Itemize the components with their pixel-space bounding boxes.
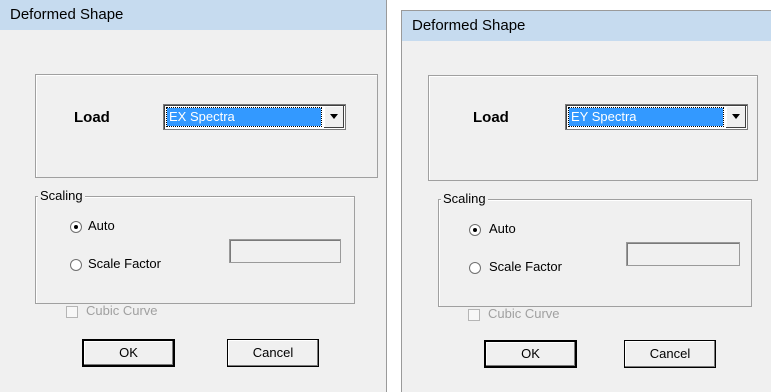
- scale-factor-radio[interactable]: [469, 262, 481, 274]
- deformed-shape-dialog-left: Deformed Shape Load EX Spectra Scaling A…: [0, 0, 387, 392]
- dialog-title: Deformed Shape: [412, 17, 526, 34]
- deformed-shape-dialog-right: Deformed Shape Load EY Spectra Scaling A…: [401, 10, 771, 392]
- ok-button[interactable]: OK: [82, 339, 175, 367]
- chevron-down-icon: [330, 114, 338, 119]
- cubic-curve-checkbox[interactable]: [66, 306, 78, 318]
- scaling-group: Scaling Auto Scale Factor: [35, 188, 355, 304]
- scaling-group: Scaling Auto Scale Factor: [438, 191, 752, 307]
- dialog-body: Load EX Spectra Scaling Auto Scale Facto…: [0, 30, 386, 392]
- cancel-button[interactable]: Cancel: [624, 340, 716, 368]
- title-bar[interactable]: Deformed Shape: [0, 0, 386, 30]
- cancel-button[interactable]: Cancel: [227, 339, 319, 367]
- radio-selected-dot: [74, 225, 78, 229]
- dialog-title: Deformed Shape: [10, 6, 124, 23]
- auto-radio[interactable]: [469, 224, 481, 236]
- scale-factor-radio[interactable]: [70, 259, 82, 271]
- scale-factor-field[interactable]: [229, 239, 341, 263]
- scale-factor-label[interactable]: Scale Factor: [489, 259, 562, 274]
- scale-factor-label[interactable]: Scale Factor: [88, 256, 161, 271]
- dialog-body: Load EY Spectra Scaling Auto Scale Facto…: [402, 41, 771, 392]
- load-combobox-value: EY Spectra: [568, 107, 724, 127]
- cubic-curve-label: Cubic Curve: [86, 303, 158, 318]
- title-bar[interactable]: Deformed Shape: [402, 11, 771, 41]
- scaling-legend: Scaling: [38, 188, 85, 203]
- load-combobox[interactable]: EX Spectra: [163, 104, 346, 130]
- scaling-legend: Scaling: [441, 191, 488, 206]
- load-label: Load: [473, 109, 509, 126]
- auto-label[interactable]: Auto: [88, 218, 115, 233]
- load-label: Load: [74, 109, 110, 126]
- cubic-curve-label: Cubic Curve: [488, 306, 560, 321]
- chevron-down-icon: [732, 114, 740, 119]
- dropdown-button[interactable]: [725, 106, 746, 128]
- load-group: Load EY Spectra: [428, 75, 758, 181]
- load-combobox-value: EX Spectra: [166, 107, 322, 127]
- scale-factor-field[interactable]: [626, 242, 740, 266]
- auto-radio[interactable]: [70, 221, 82, 233]
- radio-selected-dot: [473, 228, 477, 232]
- auto-label[interactable]: Auto: [489, 221, 516, 236]
- cubic-curve-checkbox[interactable]: [468, 309, 480, 321]
- load-combobox[interactable]: EY Spectra: [565, 104, 748, 130]
- dropdown-button[interactable]: [323, 106, 344, 128]
- load-group: Load EX Spectra: [35, 74, 378, 178]
- ok-button[interactable]: OK: [484, 340, 577, 368]
